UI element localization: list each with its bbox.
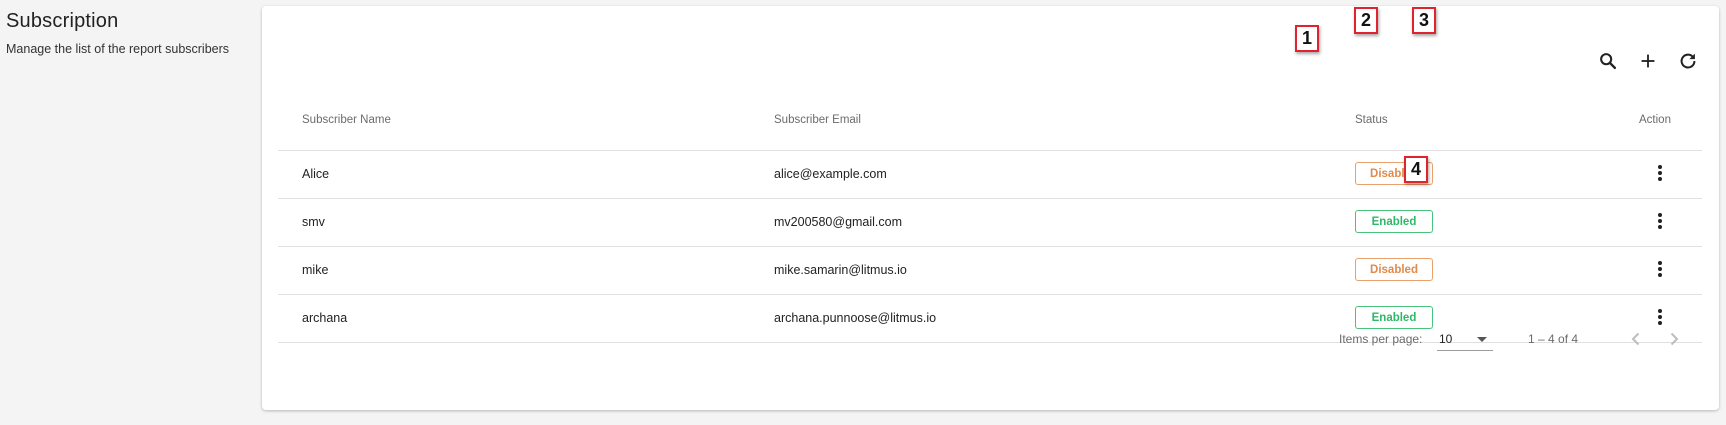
annotation-marker-2: 2 (1354, 7, 1378, 34)
subscriber-email: mike.samarin@litmus.io (774, 263, 907, 277)
kebab-dot (1658, 177, 1662, 181)
table-row: smv mv200580@gmail.com Enabled (278, 199, 1702, 247)
page-header: Subscription Manage the list of the repo… (6, 10, 256, 56)
column-header-action: Action (1639, 114, 1671, 126)
subscriber-name: mike (302, 263, 329, 277)
page-size-value: 10 (1439, 332, 1453, 346)
toolbar (1519, 6, 1719, 106)
table-header: Subscriber Name Subscriber Email Status … (278, 94, 1702, 151)
subscribers-table: Subscriber Name Subscriber Email Status … (278, 94, 1702, 343)
kebab-dot (1658, 267, 1662, 271)
kebab-dot (1658, 261, 1662, 265)
more-actions-button[interactable] (1650, 211, 1670, 233)
plus-icon (1641, 54, 1655, 68)
kebab-dot (1658, 165, 1662, 169)
kebab-dot (1658, 219, 1662, 223)
chevron-right-icon (1670, 332, 1679, 346)
kebab-dot (1658, 225, 1662, 229)
status-badge: Enabled (1355, 210, 1433, 233)
table-row: Alice alice@example.com Disabled (278, 151, 1702, 199)
column-header-status[interactable]: Status (1355, 114, 1388, 126)
chevron-down-icon (1477, 337, 1487, 342)
search-button[interactable] (1593, 46, 1623, 76)
more-actions-button[interactable] (1650, 259, 1670, 281)
status-badge: Disabled (1355, 258, 1433, 281)
annotation-marker-3: 3 (1412, 7, 1436, 34)
column-header-email[interactable]: Subscriber Email (774, 114, 861, 126)
column-header-name[interactable]: Subscriber Name (302, 114, 391, 126)
paginator: Items per page: 10 1 – 4 of 4 (262, 322, 1719, 362)
page-title: Subscription (6, 10, 119, 32)
kebab-dot (1658, 213, 1662, 217)
more-actions-button[interactable] (1650, 163, 1670, 185)
kebab-dot (1658, 171, 1662, 175)
page-size-select[interactable]: 10 (1437, 328, 1493, 351)
search-icon (1600, 53, 1617, 70)
kebab-dot (1658, 309, 1662, 313)
subscriber-email: alice@example.com (774, 167, 887, 181)
page-range-label: 1 – 4 of 4 (1528, 332, 1579, 346)
next-page-button[interactable] (1662, 327, 1686, 351)
subscriber-name: Alice (302, 167, 330, 181)
annotation-marker-1: 1 (1295, 25, 1319, 52)
items-per-page-label: Items per page: (1339, 332, 1423, 346)
subscription-card: Subscriber Name Subscriber Email Status … (262, 6, 1719, 410)
subscriber-email: mv200580@gmail.com (774, 215, 903, 229)
page-subtitle: Manage the list of the report subscriber… (6, 42, 230, 56)
chevron-left-icon (1631, 332, 1640, 346)
annotation-marker-4: 4 (1404, 156, 1428, 183)
refresh-icon (1680, 53, 1696, 69)
kebab-dot (1658, 273, 1662, 277)
previous-page-button[interactable] (1624, 327, 1648, 351)
table-row: mike mike.samarin@litmus.io Disabled (278, 247, 1702, 295)
add-subscriber-button[interactable] (1633, 46, 1663, 76)
subscriber-name: smv (302, 215, 325, 229)
kebab-dot (1658, 315, 1662, 319)
refresh-button[interactable] (1673, 46, 1703, 76)
